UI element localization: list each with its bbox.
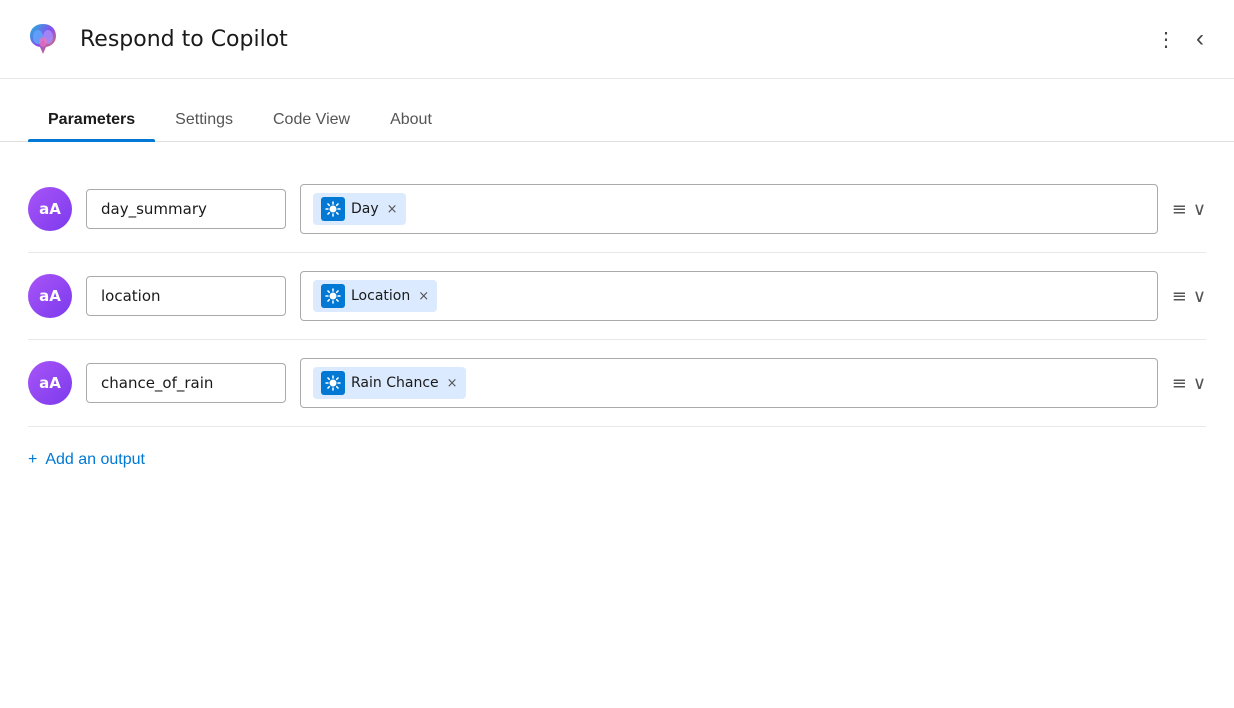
token-close-location[interactable]: × [418,289,429,304]
avatar-label-location: aA [39,287,61,305]
token-close-rain[interactable]: × [447,376,458,391]
avatar-label-rain: aA [39,374,61,392]
chevron-down-icon-location[interactable]: ∨ [1193,286,1206,307]
content-area: aA day_summary [0,142,1234,493]
row-actions-location: ≡ ∨ [1172,286,1206,307]
token-icon-location [321,284,345,308]
tab-about[interactable]: About [370,99,452,141]
menu-icon-location[interactable]: ≡ [1172,286,1187,307]
token-label-rain: Rain Chance [351,375,439,391]
tab-parameters[interactable]: Parameters [28,99,155,141]
token-icon-day [321,197,345,221]
avatar-label: aA [39,200,61,218]
avatar-day-summary: aA [28,187,72,231]
menu-icon-rain[interactable]: ≡ [1172,373,1187,394]
chevron-down-icon-rain[interactable]: ∨ [1193,373,1206,394]
avatar-rain: aA [28,361,72,405]
value-box-rain[interactable]: Rain Chance × [300,358,1158,408]
more-button[interactable]: ⋮ [1150,21,1182,58]
token-chip-rain: Rain Chance × [313,367,466,399]
avatar-location: aA [28,274,72,318]
add-output-label: Add an output [45,451,145,469]
token-icon-rain [321,371,345,395]
token-chip-location: Location × [313,280,437,312]
param-name-rain[interactable]: chance_of_rain [86,363,286,403]
token-close-day[interactable]: × [387,202,398,217]
tabs-bar: Parameters Settings Code View About [0,99,1234,142]
value-box-day-summary[interactable]: Day × [300,184,1158,234]
tab-code-view[interactable]: Code View [253,99,370,141]
token-chip-day: Day × [313,193,406,225]
header-left: Respond to Copilot [20,16,288,62]
token-label-location: Location [351,288,410,304]
token-label-day: Day [351,201,379,217]
header-actions: ⋮ ‹ [1150,19,1210,59]
chevron-down-icon-day[interactable]: ∨ [1193,199,1206,220]
output-row-day-summary: aA day_summary [28,166,1206,253]
menu-icon-day[interactable]: ≡ [1172,199,1187,220]
header: Respond to Copilot ⋮ ‹ [0,0,1234,79]
value-box-location[interactable]: Location × [300,271,1158,321]
row-actions-day: ≡ ∨ [1172,199,1206,220]
param-name-day-summary[interactable]: day_summary [86,189,286,229]
tab-settings[interactable]: Settings [155,99,253,141]
output-row-location: aA location Lo [28,253,1206,340]
add-output-button[interactable]: + Add an output [28,451,145,469]
param-name-location[interactable]: location [86,276,286,316]
page-title: Respond to Copilot [80,27,288,52]
back-button[interactable]: ‹ [1190,19,1210,59]
plus-icon: + [28,451,37,469]
app-logo [20,16,66,62]
row-actions-rain: ≡ ∨ [1172,373,1206,394]
output-row-rain: aA chance_of_rain [28,340,1206,427]
